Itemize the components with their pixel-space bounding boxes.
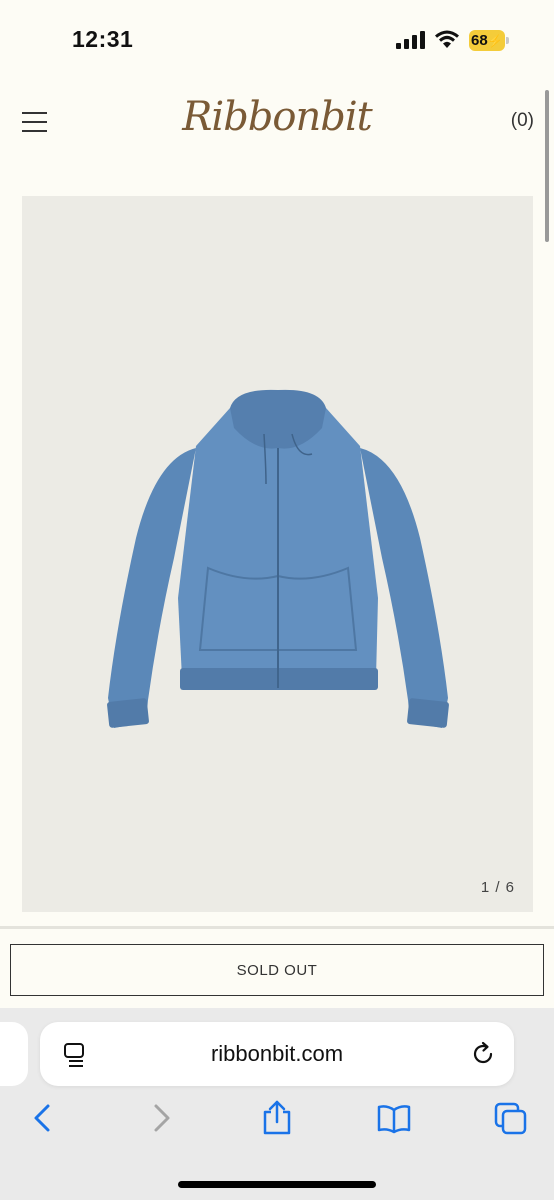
blue-zip-hoodie-image xyxy=(107,389,449,728)
battery-charging-icon: 68⚡ xyxy=(469,30,509,51)
tabs-icon[interactable] xyxy=(494,1100,528,1136)
battery-level: 68⚡ xyxy=(469,30,505,51)
forward-icon[interactable] xyxy=(144,1100,178,1136)
divider xyxy=(0,926,554,929)
url-text[interactable]: ribbonbit.com xyxy=(40,1022,514,1086)
bookmarks-icon[interactable] xyxy=(377,1100,411,1136)
scroll-indicator xyxy=(545,90,549,242)
image-page-counter: 1 / 6 xyxy=(480,879,515,896)
site-header: Ribbonbit (0) xyxy=(0,84,554,174)
status-bar: 12:31 68⚡ xyxy=(0,0,554,84)
back-icon[interactable] xyxy=(26,1100,60,1136)
previous-tab-preview[interactable] xyxy=(0,1022,28,1086)
cellular-signal-icon xyxy=(396,31,425,49)
home-indicator[interactable] xyxy=(178,1181,376,1188)
brand-logo[interactable]: Ribbonbit xyxy=(0,94,554,140)
address-bar[interactable]: ribbonbit.com xyxy=(40,1022,514,1086)
share-icon[interactable] xyxy=(260,1100,294,1136)
cart-button[interactable]: (0) xyxy=(511,110,534,132)
wifi-icon xyxy=(435,30,459,48)
reload-icon[interactable] xyxy=(470,1041,496,1067)
status-time: 12:31 xyxy=(72,26,134,52)
product-image-carousel[interactable]: 1 / 6 xyxy=(22,196,533,912)
sold-out-button[interactable]: SOLD OUT xyxy=(10,944,544,996)
